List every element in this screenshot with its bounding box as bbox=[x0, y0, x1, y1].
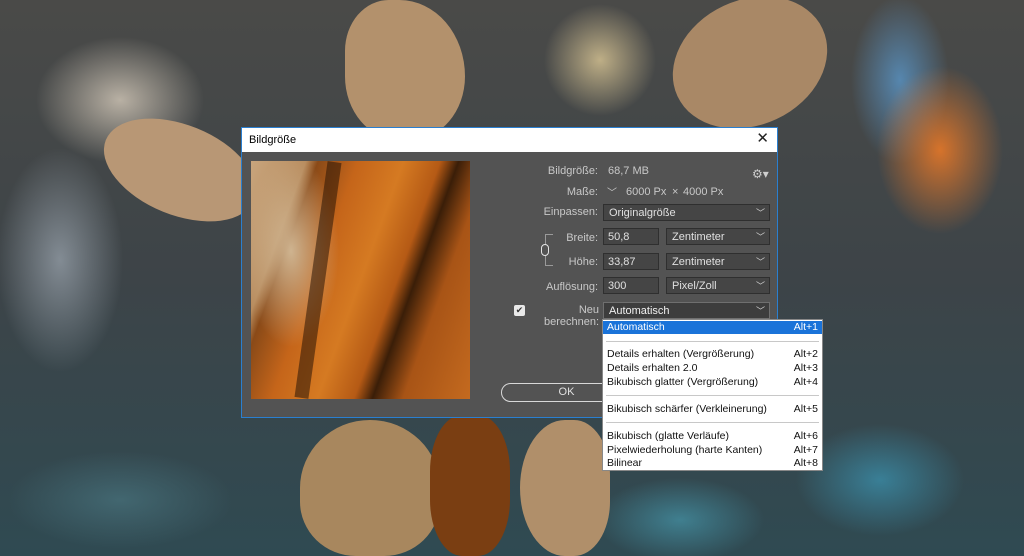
resample-option[interactable]: Bikubisch glatter (Vergrößerung) Alt+4 bbox=[603, 376, 822, 389]
image-size-value: 68,7 MB bbox=[608, 165, 649, 177]
option-shortcut: Alt+8 bbox=[793, 457, 818, 469]
resolution-label: Auflösung: bbox=[546, 281, 598, 293]
leaf-shape bbox=[300, 420, 440, 556]
image-preview[interactable] bbox=[251, 161, 470, 399]
option-shortcut: Alt+3 bbox=[793, 362, 818, 374]
dialog-titlebar[interactable]: Bildgröße ✕ bbox=[242, 128, 777, 152]
resample-option[interactable]: Bilinear Alt+8 bbox=[603, 457, 822, 470]
option-shortcut: Alt+6 bbox=[793, 430, 818, 442]
separator bbox=[606, 341, 819, 342]
chevron-down-icon: ﹀ bbox=[755, 257, 765, 267]
width-unit-select[interactable]: Zentimeter ﹀ bbox=[666, 228, 770, 245]
option-shortcut: Alt+1 bbox=[793, 321, 818, 333]
fit-select[interactable]: Originalgröße ﹀ bbox=[603, 204, 770, 221]
option-label: Details erhalten (Vergrößerung) bbox=[607, 348, 755, 360]
option-label: Bilinear bbox=[607, 457, 643, 469]
width-unit: Zentimeter bbox=[672, 231, 725, 243]
option-label: Bikubisch (glatte Verläufe) bbox=[607, 430, 729, 442]
fit-label: Einpassen: bbox=[543, 206, 598, 218]
gear-icon[interactable]: ⚙▾ bbox=[752, 167, 769, 181]
dimensions-width: 6000 Px bbox=[626, 186, 667, 198]
height-unit: Zentimeter bbox=[672, 256, 725, 268]
chevron-down-icon: ﹀ bbox=[755, 208, 765, 218]
close-icon[interactable]: ✕ bbox=[756, 131, 769, 147]
width-input[interactable]: 50,8 bbox=[603, 228, 659, 245]
width-label: Breite: bbox=[566, 232, 598, 244]
leaf-shape bbox=[520, 420, 610, 556]
resample-dropdown-list: Automatisch Alt+1 Details erhalten (Verg… bbox=[602, 319, 823, 471]
resolution-input[interactable]: 300 bbox=[603, 277, 659, 294]
dimensions-times: × bbox=[672, 186, 679, 198]
preview-detail bbox=[294, 161, 342, 399]
option-label: Automatisch bbox=[607, 321, 665, 333]
checkmark-icon: ✔ bbox=[515, 305, 524, 315]
resolution-unit-select[interactable]: Pixel/Zoll ﹀ bbox=[666, 277, 770, 294]
chevron-down-icon: ﹀ bbox=[755, 232, 765, 242]
resample-option[interactable]: Details erhalten 2.0 Alt+3 bbox=[603, 362, 822, 375]
separator bbox=[606, 395, 819, 396]
chevron-down-icon[interactable]: ﹀ bbox=[607, 184, 617, 199]
height-label: Höhe: bbox=[568, 256, 598, 268]
option-shortcut: Alt+4 bbox=[793, 376, 818, 388]
option-label: Pixelwiederholung (harte Kanten) bbox=[607, 444, 763, 456]
chevron-down-icon: ﹀ bbox=[755, 306, 765, 316]
option-label: Bikubisch schärfer (Verkleinerung) bbox=[607, 403, 767, 415]
resample-checkbox[interactable]: ✔ bbox=[514, 305, 525, 316]
resample-option[interactable]: Pixelwiederholung (harte Kanten) Alt+7 bbox=[603, 444, 822, 457]
resample-select[interactable]: Automatisch ﹀ bbox=[603, 302, 770, 319]
resample-label: Neu berechnen: bbox=[543, 304, 599, 328]
resample-option[interactable]: Bikubisch schärfer (Verkleinerung) Alt+5 bbox=[603, 403, 822, 416]
option-label: Bikubisch glatter (Vergrößerung) bbox=[607, 376, 759, 388]
image-size-label: Bildgröße: bbox=[547, 165, 598, 177]
chevron-down-icon: ﹀ bbox=[755, 281, 765, 291]
resample-option[interactable]: Bikubisch (glatte Verläufe) Alt+6 bbox=[603, 430, 822, 443]
option-shortcut: Alt+7 bbox=[793, 444, 818, 456]
height-unit-select[interactable]: Zentimeter ﹀ bbox=[666, 253, 770, 270]
leaf-shape bbox=[345, 0, 465, 140]
option-shortcut: Alt+2 bbox=[793, 348, 818, 360]
leaf-shape bbox=[430, 415, 510, 556]
fit-value: Originalgröße bbox=[609, 207, 676, 219]
option-label: Details erhalten 2.0 bbox=[607, 362, 698, 374]
height-input[interactable]: 33,87 bbox=[603, 253, 659, 270]
separator bbox=[606, 422, 819, 423]
dialog-title: Bildgröße bbox=[249, 134, 297, 146]
dimensions-label: Maße: bbox=[566, 186, 598, 198]
dimensions-height: 4000 Px bbox=[683, 186, 724, 198]
resample-option[interactable]: Automatisch Alt+1 bbox=[603, 321, 822, 334]
resample-value: Automatisch bbox=[609, 305, 670, 317]
option-shortcut: Alt+5 bbox=[793, 403, 818, 415]
resample-option[interactable]: Details erhalten (Vergrößerung) Alt+2 bbox=[603, 348, 822, 361]
resolution-unit: Pixel/Zoll bbox=[672, 280, 717, 292]
